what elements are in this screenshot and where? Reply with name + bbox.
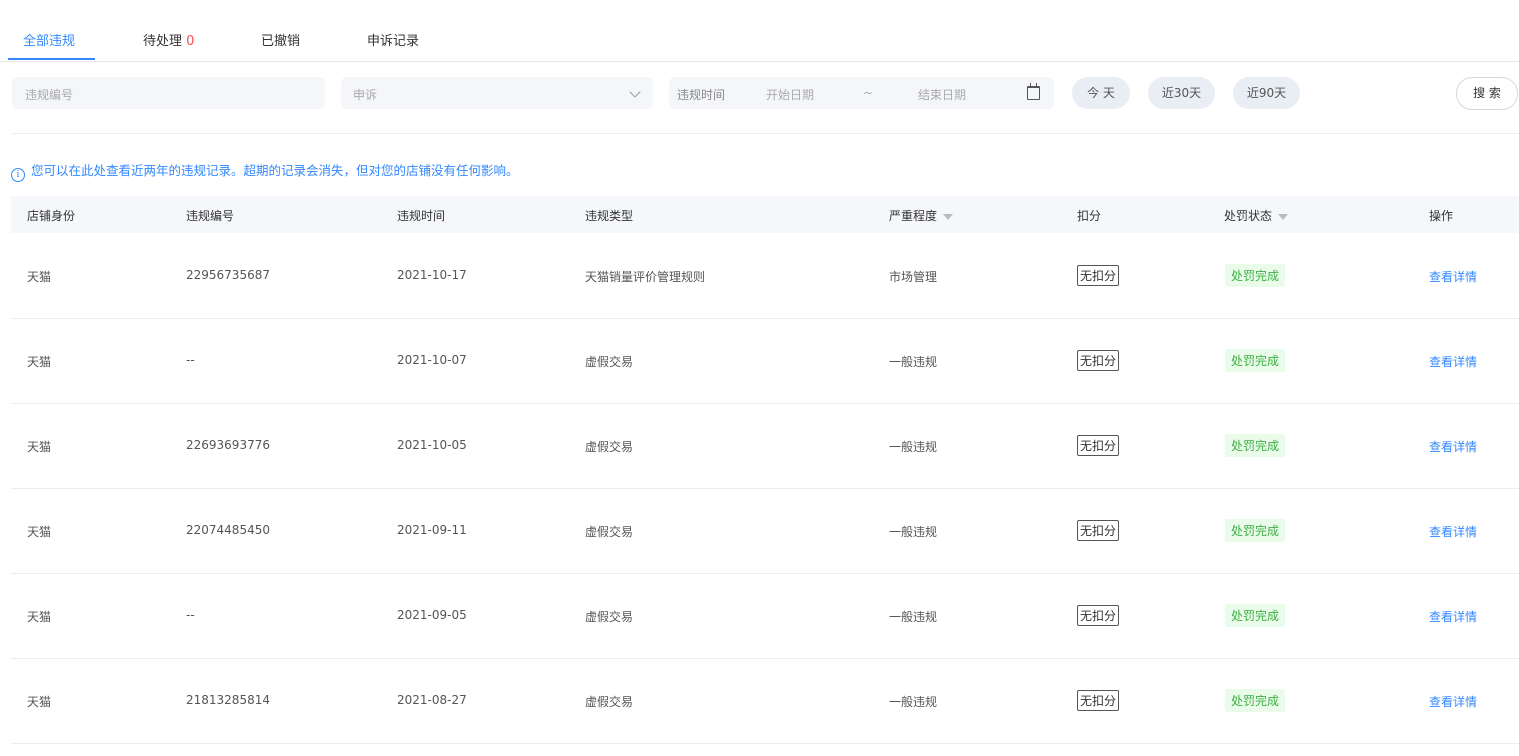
- calendar-icon[interactable]: [1027, 83, 1040, 100]
- tab-bar: 全部违规 待处理 0 已撤销 申诉记录: [0, 0, 1519, 62]
- score-badge: 无扣分: [1077, 265, 1120, 286]
- column-header-action: 操作: [1429, 209, 1454, 223]
- status-badge: 处罚完成: [1225, 264, 1286, 287]
- appeal-select[interactable]: 申诉: [341, 77, 653, 109]
- tab-label: 全部违规: [23, 34, 76, 49]
- column-header-penalty-status: 处罚状态: [1224, 207, 1289, 224]
- status-badge: 处罚完成: [1225, 519, 1286, 542]
- score-badge: 无扣分: [1077, 435, 1120, 456]
- chevron-down-icon: [629, 86, 641, 98]
- end-date-input[interactable]: 结束日期: [918, 86, 966, 103]
- cell-violation-type: 虚假交易: [585, 525, 634, 539]
- filter-icon[interactable]: [1278, 214, 1289, 220]
- table-row: 天猫 -- 2021-09-05 虚假交易 一般违规 无扣分 处罚完成 查看详情: [11, 573, 1519, 659]
- cell-violation-time: 2021-09-11: [397, 523, 467, 537]
- cell-violation-time: 2021-10-17: [397, 268, 467, 282]
- table-header: 店铺身份 违规编号 违规时间 违规类型 严重程度 扣分 处罚状态 操作: [11, 196, 1519, 233]
- date-range-separator: ~: [863, 86, 874, 100]
- score-badge: 无扣分: [1077, 605, 1120, 626]
- info-icon: i: [11, 168, 25, 182]
- cell-violation-id: 22074485450: [186, 523, 270, 537]
- date-range-label: 违规时间: [677, 88, 726, 102]
- view-details-link[interactable]: 查看详情: [1429, 693, 1477, 710]
- active-tab-indicator: [8, 58, 95, 60]
- column-header-label: 严重程度: [889, 209, 938, 223]
- cell-violation-id: 22693693776: [186, 438, 270, 452]
- cell-violation-type: 虚假交易: [585, 610, 634, 624]
- cell-severity: 一般违规: [889, 440, 938, 454]
- cell-severity: 一般违规: [889, 610, 938, 624]
- cell-shop: 天猫: [27, 270, 52, 284]
- violation-id-placeholder: 违规编号: [25, 88, 74, 102]
- cell-violation-time: 2021-10-07: [397, 353, 467, 367]
- tab-revoked[interactable]: 已撤销: [261, 30, 300, 49]
- quick-range-90-days-button[interactable]: 近90天: [1233, 77, 1300, 109]
- score-badge: 无扣分: [1077, 520, 1120, 541]
- cell-shop: 天猫: [27, 525, 52, 539]
- tab-pending[interactable]: 待处理 0: [143, 30, 194, 49]
- status-badge: 处罚完成: [1225, 604, 1286, 627]
- filter-divider: [12, 133, 1519, 134]
- tab-label: 已撤销: [261, 34, 301, 49]
- cell-severity: 一般违规: [889, 355, 938, 369]
- table-row: 天猫 22693693776 2021-10-05 虚假交易 一般违规 无扣分 …: [11, 403, 1519, 489]
- column-header-violation-id: 违规编号: [186, 209, 235, 223]
- notice-text: 您可以在此处查看近两年的违规记录。超期的记录会消失，但对您的店铺没有任何影响。: [31, 163, 519, 178]
- table-row: 天猫 22074485450 2021-09-11 虚假交易 一般违规 无扣分 …: [11, 488, 1519, 574]
- search-button[interactable]: 搜 索: [1456, 77, 1518, 110]
- view-details-link[interactable]: 查看详情: [1429, 438, 1477, 455]
- cell-severity: 市场管理: [889, 270, 938, 284]
- cell-violation-id: 21813285814: [186, 693, 270, 707]
- view-details-link[interactable]: 查看详情: [1429, 268, 1477, 285]
- status-badge: 处罚完成: [1225, 434, 1286, 457]
- cell-violation-id: 22956735687: [186, 268, 270, 282]
- column-header-violation-time: 违规时间: [397, 209, 446, 223]
- tab-label: 待处理: [143, 34, 183, 49]
- cell-violation-time: 2021-10-05: [397, 438, 467, 452]
- notice-banner: i 您可以在此处查看近两年的违规记录。超期的记录会消失，但对您的店铺没有任何影响。: [11, 160, 519, 182]
- cell-violation-id: --: [186, 608, 195, 622]
- quick-range-30-days-button[interactable]: 近30天: [1148, 77, 1215, 109]
- column-header-shop: 店铺身份: [27, 209, 76, 223]
- cell-violation-time: 2021-09-05: [397, 608, 467, 622]
- cell-shop: 天猫: [27, 355, 52, 369]
- quick-range-today-button[interactable]: 今 天: [1072, 77, 1130, 109]
- status-badge: 处罚完成: [1225, 349, 1286, 372]
- violation-id-input[interactable]: 违规编号: [12, 77, 325, 109]
- view-details-link[interactable]: 查看详情: [1429, 608, 1477, 625]
- appeal-select-placeholder: 申诉: [353, 88, 378, 102]
- table-row: 天猫 -- 2021-10-07 虚假交易 一般违规 无扣分 处罚完成 查看详情: [11, 318, 1519, 404]
- cell-violation-time: 2021-08-27: [397, 693, 467, 707]
- cell-severity: 一般违规: [889, 695, 938, 709]
- status-badge: 处罚完成: [1225, 689, 1286, 712]
- column-header-label: 处罚状态: [1224, 209, 1273, 223]
- column-header-score: 扣分: [1077, 209, 1102, 223]
- tab-appeal-records[interactable]: 申诉记录: [367, 30, 419, 49]
- filter-icon[interactable]: [943, 214, 954, 220]
- table-row: 天猫 21813285814 2021-08-27 虚假交易 一般违规 无扣分 …: [11, 658, 1519, 744]
- cell-shop: 天猫: [27, 695, 52, 709]
- cell-shop: 天猫: [27, 610, 52, 624]
- pending-count-badge: 0: [186, 34, 195, 49]
- score-badge: 无扣分: [1077, 690, 1120, 711]
- score-badge: 无扣分: [1077, 350, 1120, 371]
- cell-violation-type: 虚假交易: [585, 440, 634, 454]
- cell-shop: 天猫: [27, 440, 52, 454]
- start-date-input[interactable]: 开始日期: [766, 86, 814, 103]
- cell-violation-type: 虚假交易: [585, 695, 634, 709]
- cell-violation-type: 虚假交易: [585, 355, 634, 369]
- cell-violation-id: --: [186, 353, 195, 367]
- view-details-link[interactable]: 查看详情: [1429, 523, 1477, 540]
- date-range-picker[interactable]: 违规时间 开始日期 ~ 结束日期: [669, 77, 1054, 109]
- table-row: 天猫 22956735687 2021-10-17 天猫销量评价管理规则 市场管…: [11, 233, 1519, 319]
- cell-violation-type: 天猫销量评价管理规则: [585, 270, 706, 284]
- cell-severity: 一般违规: [889, 525, 938, 539]
- view-details-link[interactable]: 查看详情: [1429, 353, 1477, 370]
- column-header-violation-type: 违规类型: [585, 209, 634, 223]
- tab-label: 申诉记录: [367, 34, 420, 49]
- column-header-severity: 严重程度: [889, 207, 954, 224]
- tab-all-violations[interactable]: 全部违规: [23, 30, 75, 49]
